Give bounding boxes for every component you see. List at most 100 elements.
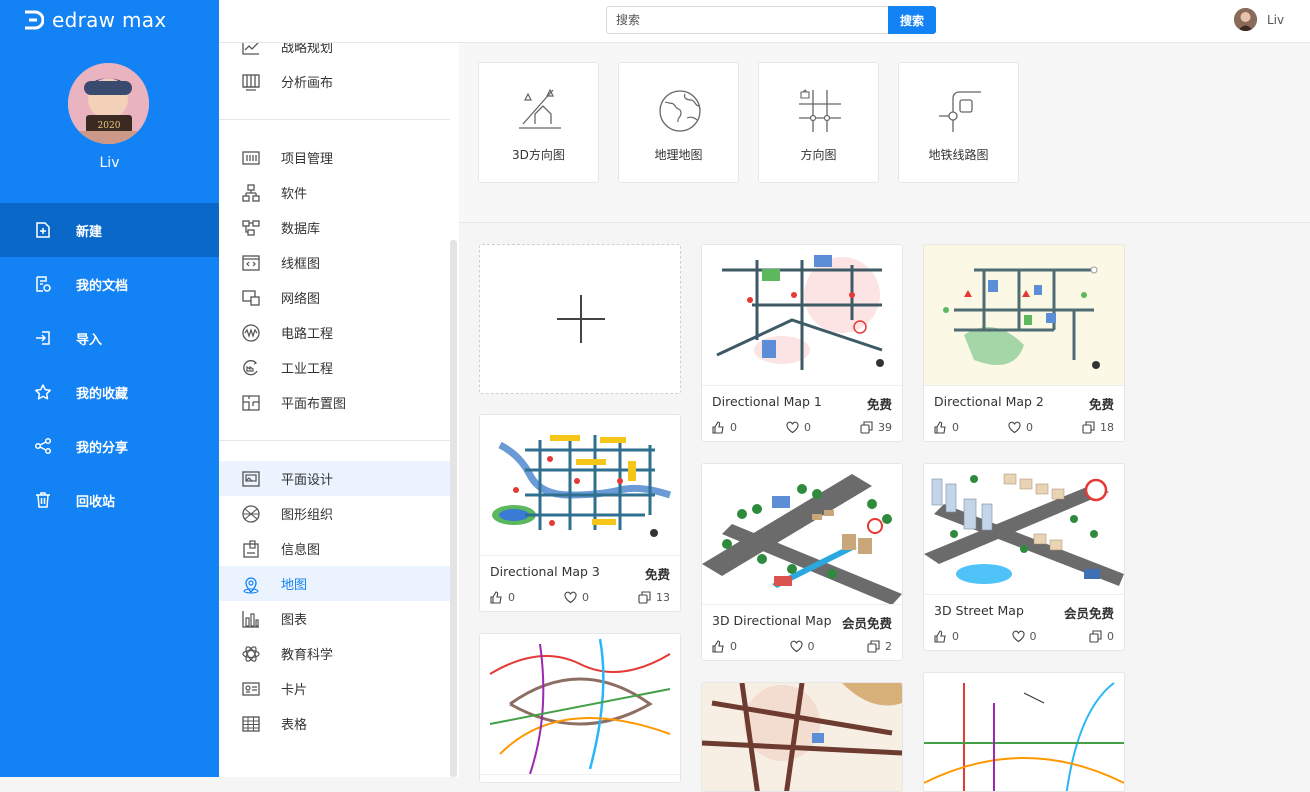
template-card[interactable] [479,633,681,783]
project-icon [242,150,260,165]
copy-count[interactable]: 18 [1082,421,1114,434]
copy-count[interactable]: 0 [1089,630,1114,643]
template-card[interactable] [701,682,903,792]
subcategory-geo-map[interactable]: 地理地图 [618,62,739,183]
nav-label: 新建 [76,224,103,240]
category-circuit[interactable]: 电路工程 [219,315,450,350]
top-user-name: Liv [1267,12,1285,27]
category-graphic-organizer[interactable]: 图形组织 [219,496,450,531]
like-count[interactable]: 0 [712,421,737,434]
canvas-icon [242,73,260,91]
subcategory-direction-map[interactable]: 方向图 [758,62,879,183]
network-icon [242,289,260,306]
like-count[interactable]: 0 [490,591,515,604]
nav-item-my-docs[interactable]: 我的文档 [0,257,219,311]
category-industry[interactable]: 工业工程 [219,350,450,385]
copy-count[interactable]: 13 [638,591,670,604]
fav-count[interactable]: 0 [1008,421,1033,434]
template-thumbnail [924,245,1124,386]
nav-label: 我的收藏 [76,386,129,402]
top-avatar [1234,8,1257,31]
nav-item-new[interactable]: 新建 [0,203,219,257]
table-icon [242,715,260,732]
category-canvas[interactable]: 分析画布 [219,64,450,99]
template-thumbnail [924,464,1124,595]
template-card[interactable]: Directional Map 2 免费 0 0 18 [923,244,1125,442]
search-button[interactable]: 搜索 [888,6,936,34]
nav-item-trash[interactable]: 回收站 [0,473,219,527]
thumbs-up-icon [490,591,502,604]
heart-icon [789,640,803,653]
strategy-icon [242,43,259,55]
direction-map-icon [799,89,841,132]
globe-icon [659,90,701,132]
app-name: edraw max [52,8,167,32]
subcategory-subway[interactable]: 地铁线路图 [898,62,1019,183]
new-blank-button[interactable] [479,244,681,394]
fav-count[interactable]: 0 [789,640,815,653]
category-scrollbar[interactable] [450,240,457,777]
like-count[interactable]: 0 [934,630,959,643]
subcategory-3d-direction[interactable]: 3D方向图 [478,62,599,183]
category-database[interactable]: 数据库 [219,210,450,245]
copy-count[interactable]: 2 [867,640,892,653]
category-network[interactable]: 网络图 [219,280,450,315]
card-icon [242,681,260,696]
template-tag: 免费 [866,397,892,412]
3d-direction-icon [519,88,561,129]
software-icon [242,183,260,202]
user-avatar[interactable]: 2020 [68,63,149,144]
nav-item-favorites[interactable]: 我的收藏 [0,365,219,419]
category-education[interactable]: 教育科学 [219,636,450,671]
map-pin-icon [243,576,259,593]
floorplan-icon [242,394,260,411]
nav-label: 我的文档 [76,278,129,294]
heart-icon [564,591,577,604]
like-count[interactable]: 0 [934,421,959,434]
category-infographic[interactable]: 信息图 [219,531,450,566]
search-input[interactable] [606,6,889,34]
category-software[interactable]: 软件 [219,175,450,210]
category-chart[interactable]: 图表 [219,601,450,636]
infographic-icon [243,539,259,558]
template-card[interactable]: 3D Street Map 会员免费 0 0 0 [923,463,1125,651]
category-panel: 战略规划 分析画布 项目管理 软件 数据库 线框图 网络图 电路工程 工业工程 … [219,43,459,777]
like-count[interactable]: 0 [712,640,737,653]
top-user-menu[interactable]: Liv [1234,8,1284,31]
template-card[interactable]: Directional Map 1 免费 0 0 39 [701,244,903,442]
template-card[interactable]: Directional Map 3 免费 0 0 13 [479,414,681,612]
category-floorplan[interactable]: 平面布置图 [219,385,450,420]
nav-label: 回收站 [76,494,116,510]
category-card[interactable]: 卡片 [219,671,450,706]
sidebar: edraw max 2020 Liv 新建 我的文档 导入 我的收藏 我的分享 … [0,0,219,777]
template-title: 3D Directional Map [712,613,832,628]
nav-item-share[interactable]: 我的分享 [0,419,219,473]
template-thumbnail [924,673,1124,791]
fav-count[interactable]: 0 [564,591,589,604]
copy-count[interactable]: 39 [860,421,892,434]
template-tag: 免费 [1088,397,1114,412]
template-title: 3D Street Map [934,603,1024,618]
category-graphic-design[interactable]: 平面设计 [219,461,450,496]
template-thumbnail [702,683,902,791]
category-wireframe[interactable]: 线框图 [219,245,450,280]
category-map[interactable]: 地图 [219,566,450,601]
fav-count[interactable]: 0 [786,421,811,434]
template-card[interactable] [923,672,1125,792]
atom-icon [242,645,260,662]
nav-item-import[interactable]: 导入 [0,311,219,365]
user-name: Liv [99,155,120,171]
copy-icon [638,591,651,604]
template-card[interactable]: 3D Directional Map 会员免费 0 0 2 [701,463,903,661]
circuit-icon [242,323,260,342]
subcategory-bar: 3D方向图 地理地图 方向图 地铁线路图 [459,43,1310,223]
category-project[interactable]: 项目管理 [219,140,450,175]
trash-icon [36,492,50,508]
category-strategy[interactable]: 战略规划 [219,43,450,64]
database-icon [242,219,260,236]
my-docs-icon [36,276,51,292]
fav-count[interactable]: 0 [1011,630,1037,643]
app-logo[interactable]: edraw max [22,8,166,32]
plus-icon [557,295,605,343]
category-table[interactable]: 表格 [219,706,450,741]
